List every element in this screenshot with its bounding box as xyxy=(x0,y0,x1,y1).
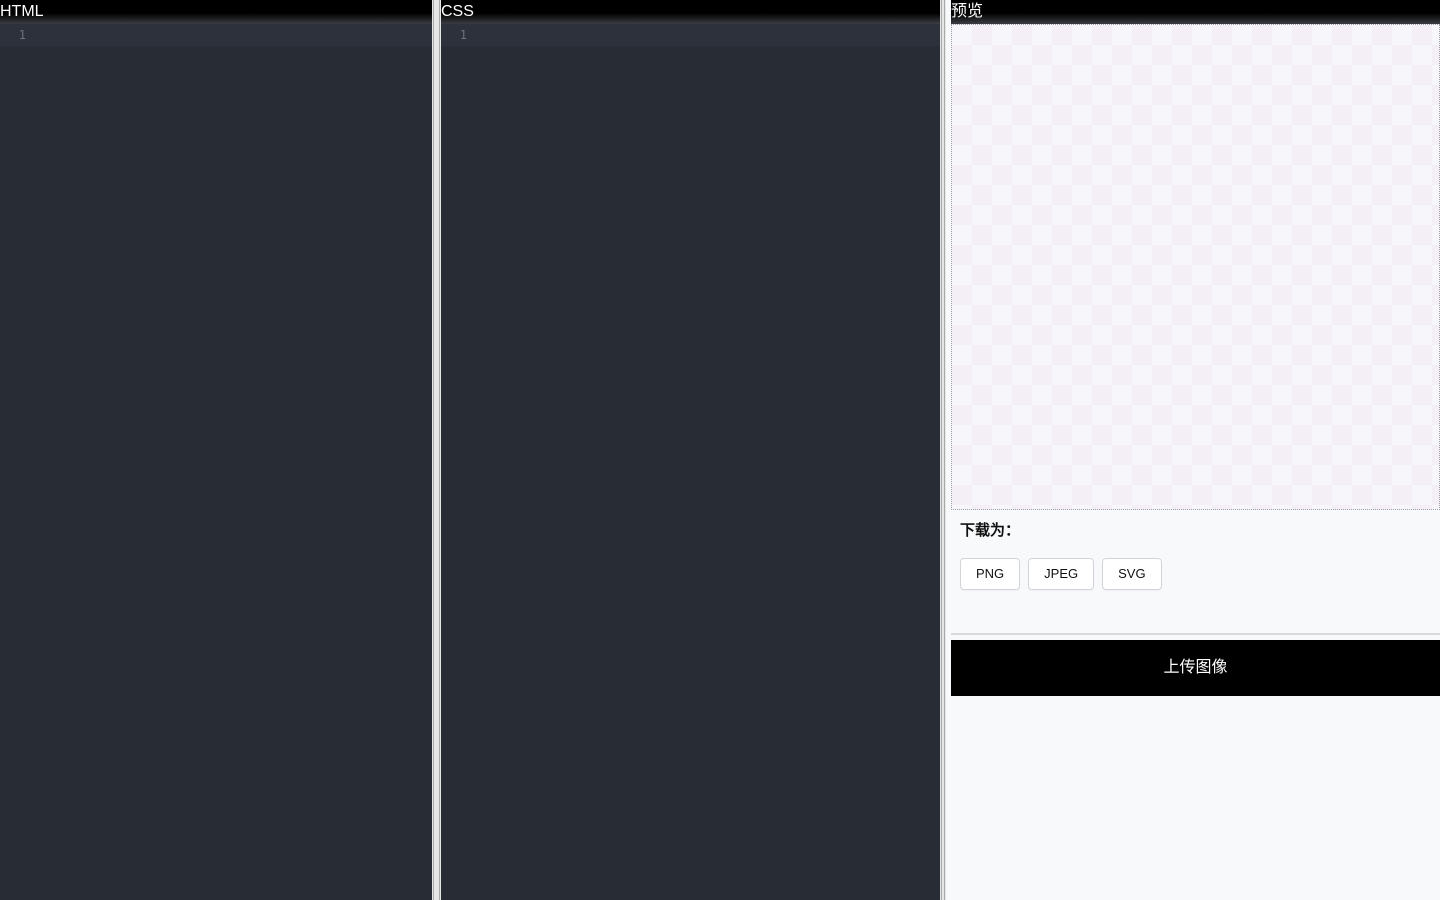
html-editor-pane[interactable]: HTML 1 xyxy=(0,0,432,900)
download-svg-button[interactable]: SVG xyxy=(1102,558,1162,590)
preview-canvas xyxy=(951,24,1440,510)
section-divider xyxy=(951,633,1440,635)
html-line-number: 1 xyxy=(18,28,26,42)
css-line-number: 1 xyxy=(459,28,467,42)
preview-pane: 预览 下载为： PNG JPEG SVG 上传图像 xyxy=(946,0,1440,900)
download-jpeg-button[interactable]: JPEG xyxy=(1028,558,1095,590)
download-button-group: PNG JPEG SVG xyxy=(960,558,1162,590)
download-section: 下载为： PNG JPEG SVG xyxy=(960,520,1162,590)
css-editor-title: CSS xyxy=(441,0,940,24)
preview-title: 预览 xyxy=(951,0,1440,24)
app-root: HTML 1 CSS 1 预览 下载为： PNG JPEG SVG 上传图像 xyxy=(0,0,1440,900)
upload-image-button[interactable]: 上传图像 xyxy=(951,640,1440,696)
download-label: 下载为： xyxy=(960,522,1021,539)
download-png-button[interactable]: PNG xyxy=(960,558,1021,590)
css-editor-active-line[interactable]: 1 xyxy=(441,24,940,46)
css-editor-pane[interactable]: CSS 1 xyxy=(441,0,940,900)
html-editor-active-line[interactable]: 1 xyxy=(0,24,432,46)
pane-resize-handle-1[interactable] xyxy=(432,0,441,900)
html-editor-title: HTML xyxy=(0,0,432,24)
